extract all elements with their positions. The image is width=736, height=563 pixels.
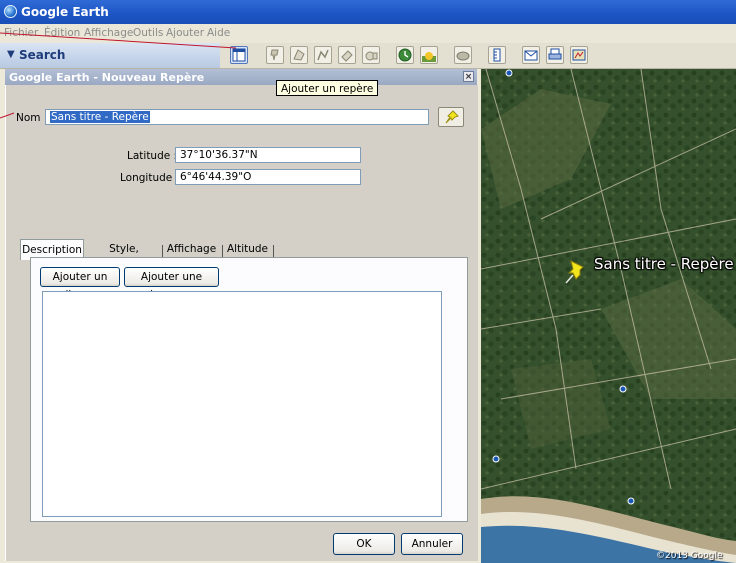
menu-outils[interactable]: Outils [133, 27, 163, 39]
toolbar: ▼ Search [0, 43, 736, 69]
historical-imagery-icon [398, 48, 412, 62]
placemark-add-icon [270, 49, 279, 61]
menu-edition[interactable]: Édition [44, 27, 80, 39]
ruler-button[interactable] [488, 46, 506, 64]
tab-affichage[interactable]: Affichage [165, 239, 218, 259]
sidebar-toggle-icon [232, 48, 246, 62]
ruler-icon [493, 48, 501, 62]
view-in-maps-icon [572, 49, 586, 61]
close-icon[interactable]: × [463, 71, 474, 82]
window-title-bar: Google Earth [0, 0, 736, 24]
pushpin-icon [445, 110, 459, 124]
planets-icon [456, 51, 470, 61]
name-input-value: Sans titre - Repère [50, 111, 150, 123]
add-placemark-button[interactable] [266, 46, 284, 64]
name-label: Nom : [16, 112, 48, 124]
latitude-input[interactable]: 37°10'36.37"N [175, 147, 361, 163]
window-title: Google Earth [21, 5, 109, 19]
tab-altitude[interactable]: Altitude [225, 239, 270, 259]
name-input[interactable]: Sans titre - Repère [45, 109, 429, 125]
print-icon [548, 48, 562, 60]
latitude-label: Latitude : [127, 150, 178, 162]
menu-bar: Fichier Édition Affichage Outils Ajouter… [0, 24, 736, 44]
map-copyright: ©2013 Google [656, 551, 723, 561]
planets-button[interactable] [454, 46, 472, 64]
search-panel-label: Search [19, 48, 66, 62]
print-button[interactable] [546, 46, 564, 64]
email-button[interactable] [522, 46, 540, 64]
add-path-button[interactable] [314, 46, 332, 64]
dialog-title: Google Earth - Nouveau Repère [9, 71, 205, 84]
sunlight-button[interactable] [420, 46, 438, 64]
view-in-maps-button[interactable] [570, 46, 588, 64]
overlay-add-icon [341, 50, 353, 62]
add-image-button[interactable]: Ajouter une image... [124, 267, 219, 301]
toolbar-tooltip: Ajouter un repère [276, 80, 379, 96]
historical-imagery-button[interactable] [396, 46, 414, 64]
search-panel-header[interactable]: ▼ Search [0, 43, 220, 68]
longitude-label: Longitude : [120, 172, 180, 184]
earth-map-view[interactable]: Sans titre - Repère ©2013 Google [481, 69, 736, 563]
longitude-input[interactable]: 6°46'44.39"O [175, 169, 361, 185]
add-link-button[interactable]: Ajouter un lien... [40, 267, 120, 301]
sunlight-icon [422, 52, 436, 62]
path-add-icon [317, 49, 329, 61]
add-polygon-button[interactable] [290, 46, 308, 64]
ok-button[interactable]: OK [333, 533, 395, 555]
satellite-imagery [481, 69, 736, 563]
menu-affichage[interactable]: Affichage [84, 27, 133, 39]
tab-style-couleur[interactable]: Style, Couleur [88, 239, 160, 275]
add-image-overlay-button[interactable] [338, 46, 356, 64]
placemark-icon-button[interactable] [438, 107, 464, 127]
google-earth-logo-icon [4, 5, 17, 18]
tour-record-icon [365, 51, 378, 61]
menu-aide[interactable]: Aide [207, 27, 230, 39]
record-tour-button[interactable] [362, 46, 380, 64]
description-textarea[interactable] [42, 291, 442, 517]
email-icon [524, 50, 538, 61]
placemark-label: Sans titre - Repère [594, 255, 734, 273]
dialog-title-bar: Google Earth - Nouveau Repère × [5, 69, 477, 85]
cancel-button[interactable]: Annuler [401, 533, 463, 555]
menu-ajouter[interactable]: Ajouter [166, 27, 204, 39]
menu-fichier[interactable]: Fichier [4, 27, 38, 39]
polygon-add-icon [293, 49, 305, 61]
collapse-triangle-icon: ▼ [7, 49, 15, 60]
sidebar-toggle-button[interactable] [230, 46, 248, 64]
